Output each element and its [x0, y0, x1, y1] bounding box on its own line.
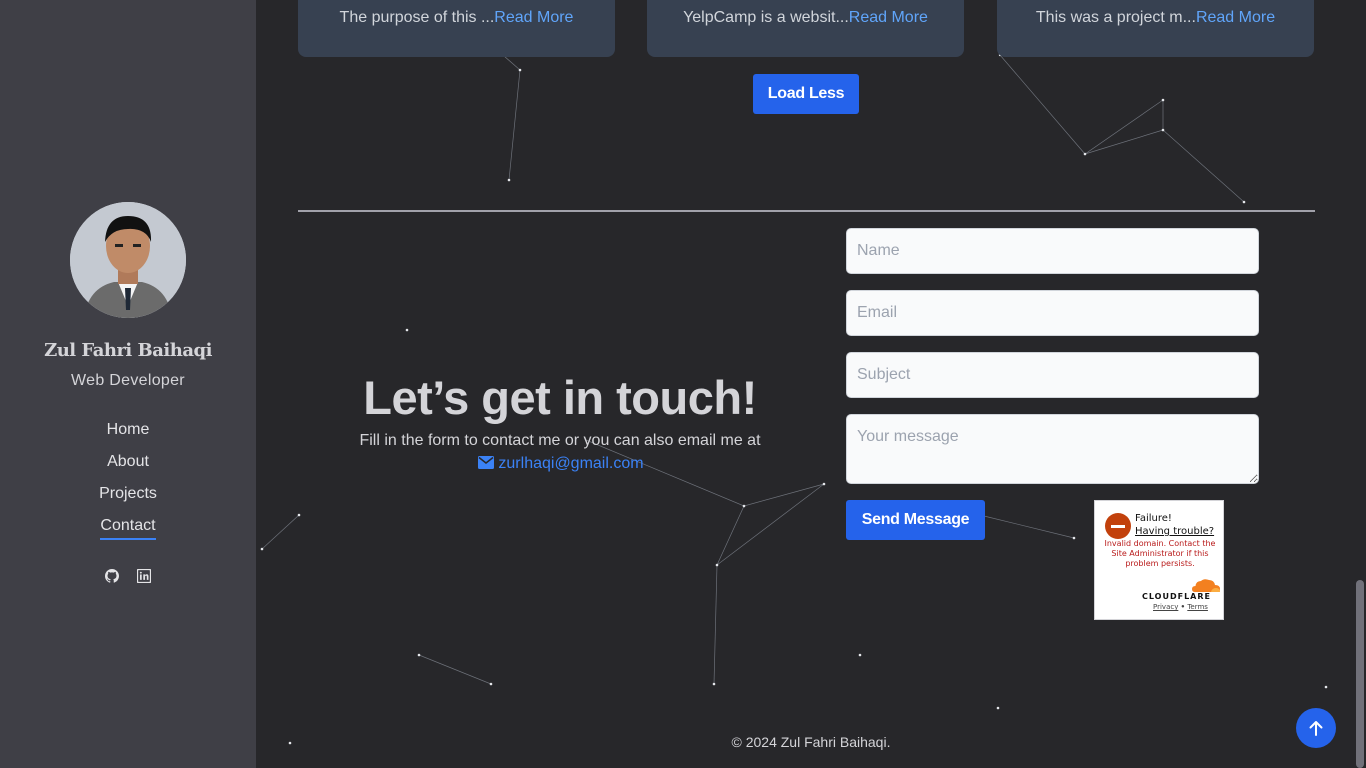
page-scrollbar[interactable]: [1354, 0, 1366, 768]
captcha-help-link[interactable]: Having trouble?: [1135, 526, 1214, 537]
captcha-status: Failure!: [1135, 513, 1172, 524]
subject-field[interactable]: [846, 352, 1259, 398]
nav-item-label[interactable]: Projects: [99, 484, 157, 506]
social-links: [0, 567, 256, 585]
terms-link[interactable]: Terms: [1187, 603, 1208, 611]
project-snippet-text: The purpose of this ...: [339, 9, 495, 26]
email-address[interactable]: zurlhaqi@gmail.com: [498, 455, 643, 472]
send-message-button[interactable]: Send Message: [846, 500, 985, 540]
captcha-brand: CLOUDFLARE: [1142, 592, 1211, 601]
name-field[interactable]: [846, 228, 1259, 274]
sidebar-nav: Home About Projects Contact: [0, 420, 256, 548]
scroll-to-top-button[interactable]: [1296, 708, 1336, 748]
section-divider: [298, 210, 1315, 212]
nav-item-label[interactable]: About: [107, 452, 149, 474]
scrollbar-thumb[interactable]: [1356, 580, 1364, 768]
nav-item-projects[interactable]: Projects: [0, 484, 256, 516]
read-more-link[interactable]: Read More: [1196, 9, 1275, 26]
captcha-widget: Failure! Having trouble? Invalid domain.…: [1094, 500, 1224, 620]
project-card: The purpose of this ...Read More: [298, 0, 615, 57]
email-link[interactable]: zurlhaqi@gmail.com: [456, 455, 666, 473]
profile-photo: [70, 202, 186, 318]
message-field[interactable]: [846, 414, 1259, 484]
project-card: This was a project m...Read More: [997, 0, 1314, 57]
contact-subtitle: Fill in the form to contact me or you ca…: [359, 432, 761, 449]
contact-title: Let’s get in touch!: [363, 371, 757, 424]
profile-name: Zul Fahri Baihaqi: [44, 340, 212, 361]
footer-copyright: © 2024 Zul Fahri Baihaqi.: [731, 734, 891, 750]
nav-item-about[interactable]: About: [0, 452, 256, 484]
captcha-link-separator: •: [1180, 603, 1186, 611]
cloudflare-logo-icon: [1192, 579, 1220, 592]
linkedin-icon[interactable]: [137, 568, 152, 583]
arrow-up-icon: [1309, 721, 1323, 736]
privacy-link[interactable]: Privacy: [1153, 603, 1178, 611]
read-more-link[interactable]: Read More: [494, 9, 573, 26]
project-snippet-text: YelpCamp is a websit...: [683, 9, 849, 26]
captcha-links: Privacy • Terms: [1153, 603, 1208, 611]
project-snippet-text: This was a project m...: [1035, 9, 1196, 26]
github-icon[interactable]: [104, 568, 119, 583]
load-less-button[interactable]: Load Less: [753, 74, 859, 114]
project-snippet: YelpCamp is a websit...Read More: [647, 9, 964, 27]
avatar: [70, 202, 186, 318]
project-card: YelpCamp is a websit...Read More: [647, 0, 964, 57]
nav-item-label[interactable]: Contact: [100, 516, 156, 540]
envelope-icon: [478, 456, 495, 469]
nav-item-contact[interactable]: Contact: [0, 516, 256, 548]
sidebar: Zul Fahri Baihaqi Web Developer Home Abo…: [0, 0, 256, 768]
project-snippet: The purpose of this ...Read More: [298, 9, 615, 27]
error-icon: [1105, 513, 1131, 539]
profile-role: Web Developer: [71, 372, 185, 389]
nav-item-label[interactable]: Home: [107, 420, 150, 442]
captcha-message: Invalid domain. Contact the Site Adminis…: [1104, 539, 1216, 568]
read-more-link[interactable]: Read More: [849, 9, 928, 26]
nav-item-home[interactable]: Home: [0, 420, 256, 452]
project-snippet: This was a project m...Read More: [997, 9, 1314, 27]
main-content: The purpose of this ...Read More YelpCam…: [256, 0, 1366, 768]
email-field[interactable]: [846, 290, 1259, 336]
